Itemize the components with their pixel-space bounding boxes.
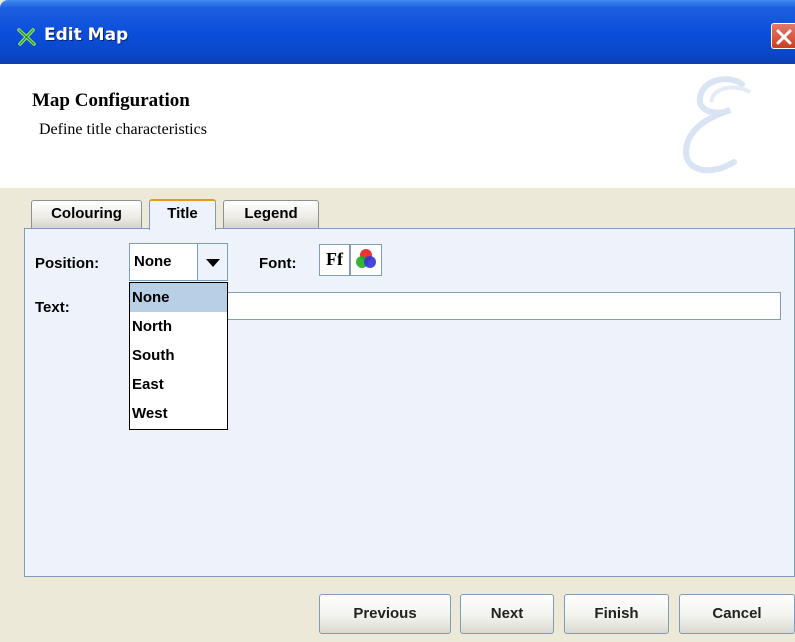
- tab-colouring[interactable]: Colouring: [31, 200, 142, 228]
- font-button[interactable]: Ff: [319, 244, 350, 276]
- chevron-down-icon: [206, 259, 220, 267]
- position-dropdown-list: None North South East West: [129, 282, 228, 430]
- dropdown-option-east[interactable]: East: [130, 370, 227, 399]
- text-label: Text:: [35, 299, 70, 316]
- next-button[interactable]: Next: [460, 594, 554, 634]
- color-palette-icon: [356, 249, 376, 268]
- color-button[interactable]: [350, 244, 382, 276]
- finish-button[interactable]: Finish: [564, 594, 669, 634]
- font-label: Font:: [259, 255, 297, 272]
- close-button[interactable]: [771, 23, 795, 49]
- cancel-button[interactable]: Cancel: [679, 594, 795, 634]
- dropdown-option-west[interactable]: West: [130, 399, 227, 428]
- dropdown-option-north[interactable]: North: [130, 312, 227, 341]
- window-titlebar: Edit Map: [0, 0, 795, 64]
- previous-button[interactable]: Previous: [319, 594, 451, 634]
- wizard-header: Map Configuration Define title character…: [0, 64, 795, 188]
- title-text-field[interactable]: [225, 292, 781, 320]
- dropdown-option-none[interactable]: None: [130, 283, 227, 312]
- window-title: Edit Map: [44, 25, 129, 45]
- watermark-e-icon: [682, 76, 751, 174]
- page-title: Map Configuration: [32, 90, 190, 111]
- position-dropdown-button[interactable]: [197, 244, 227, 280]
- page-subtitle: Define title characteristics: [39, 121, 207, 138]
- position-combobox[interactable]: None: [129, 243, 228, 281]
- close-icon: [776, 29, 792, 45]
- tab-legend[interactable]: Legend: [223, 200, 319, 228]
- dropdown-option-south[interactable]: South: [130, 341, 227, 370]
- tab-title[interactable]: Title: [149, 199, 216, 230]
- map-icon: [17, 28, 36, 46]
- position-value: None: [134, 253, 172, 270]
- position-label: Position:: [35, 255, 100, 272]
